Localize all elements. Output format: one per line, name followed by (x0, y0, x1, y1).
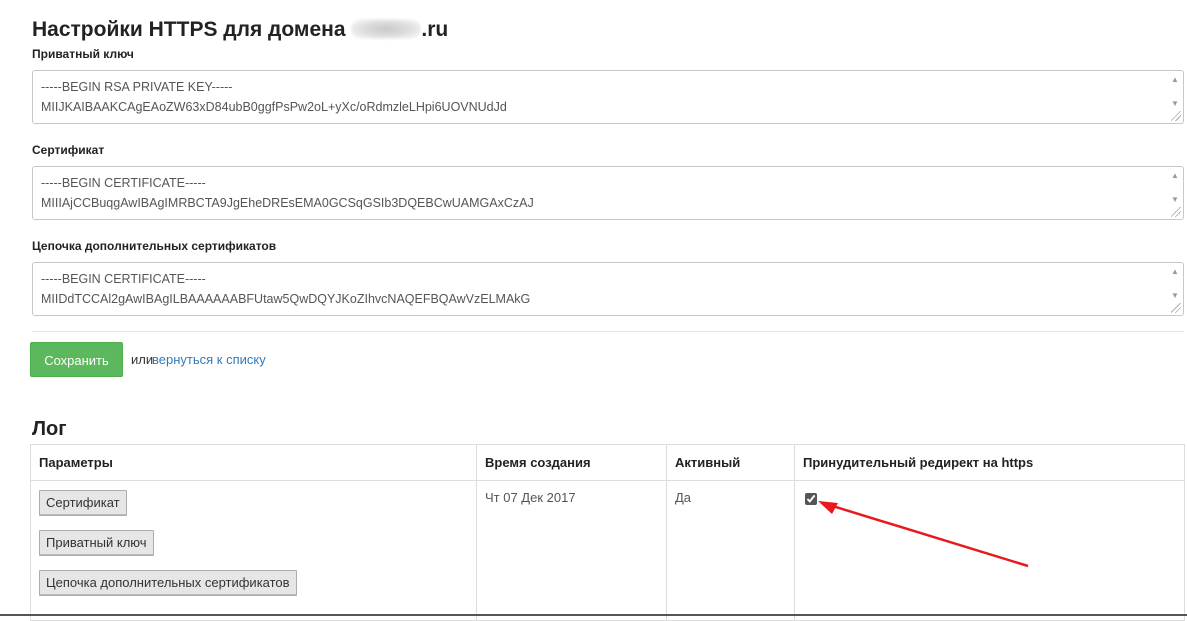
column-header-created: Время создания (476, 444, 667, 481)
page-title: Настройки HTTPS для домена .ru (32, 18, 449, 41)
back-to-list-link[interactable]: вернуться к списку (152, 352, 266, 367)
annotation-arrow-icon (818, 501, 1029, 568)
resize-grip-icon[interactable] (1171, 111, 1181, 121)
certificate-label: Сертификат (32, 143, 105, 157)
scrollbar-arrows-icon[interactable]: ▲ ▼ (1169, 170, 1181, 206)
blurred-domain (351, 19, 422, 39)
divider (32, 331, 1184, 332)
private-key-button[interactable]: Приватный ключ (39, 530, 154, 556)
column-header-redirect: Принудительный редирект на https (794, 444, 1185, 481)
chain-textarea[interactable]: -----BEGIN CERTIFICATE----- MIIDdTCCAl2g… (32, 262, 1184, 316)
private-key-value: -----BEGIN RSA PRIVATE KEY----- MIIJKAIB… (41, 80, 507, 114)
column-header-active: Активный (666, 444, 795, 481)
bottom-border (0, 614, 1187, 616)
active-cell: Да (666, 480, 795, 621)
save-button[interactable]: Сохранить (30, 342, 123, 377)
chain-label: Цепочка дополнительных сертификатов (32, 239, 277, 253)
private-key-textarea[interactable]: -----BEGIN RSA PRIVATE KEY----- MIIJKAIB… (32, 70, 1184, 124)
created-cell: Чт 07 Дек 2017 (476, 480, 667, 621)
certificate-textarea[interactable]: -----BEGIN CERTIFICATE----- MIIIAjCCBuqg… (32, 166, 1184, 220)
certificate-value: -----BEGIN CERTIFICATE----- MIIIAjCCBuqg… (41, 176, 534, 210)
params-cell: Сертификат Приватный ключ Цепочка дополн… (30, 480, 477, 621)
resize-grip-icon[interactable] (1171, 303, 1181, 313)
log-title: Лог (32, 418, 67, 440)
scrollbar-arrows-icon[interactable]: ▲ ▼ (1169, 74, 1181, 110)
chain-button[interactable]: Цепочка дополнительных сертификатов (39, 570, 297, 596)
or-text: или (131, 352, 154, 367)
scrollbar-arrows-icon[interactable]: ▲ ▼ (1169, 266, 1181, 302)
table-header-row: Параметры Время создания Активный Принуд… (30, 444, 1185, 481)
certificate-button[interactable]: Сертификат (39, 490, 127, 516)
resize-grip-icon[interactable] (1171, 207, 1181, 217)
private-key-label: Приватный ключ (32, 47, 134, 61)
chain-value: -----BEGIN CERTIFICATE----- MIIDdTCCAl2g… (41, 272, 531, 306)
column-header-params: Параметры (30, 444, 477, 481)
